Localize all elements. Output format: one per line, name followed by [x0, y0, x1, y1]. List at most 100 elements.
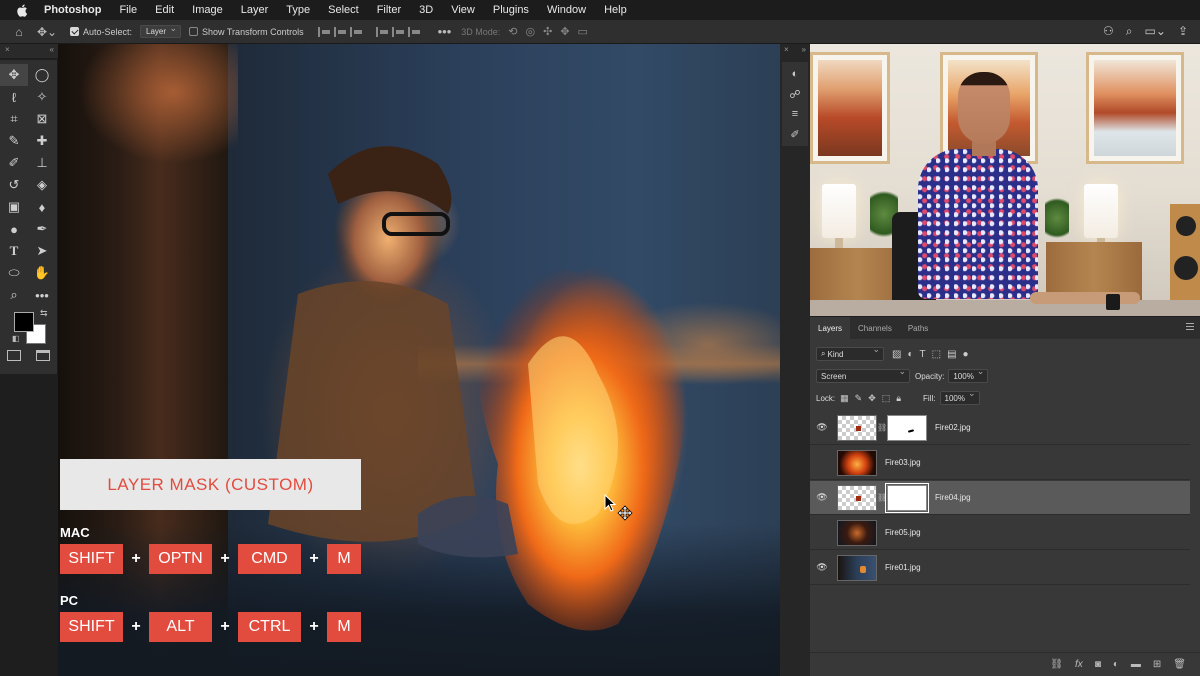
align-right-edges-icon[interactable]: [349, 26, 362, 37]
eyedropper-tool-icon[interactable]: ✎: [0, 130, 28, 152]
document-canvas[interactable]: [58, 44, 780, 676]
panel-menu-icon[interactable]: [1186, 323, 1194, 330]
more-options-icon[interactable]: •••: [438, 22, 452, 42]
marquee-tool-icon[interactable]: ◯: [28, 64, 56, 86]
filter-kind-dropdown[interactable]: ⌕ Kind: [816, 344, 884, 361]
tab-layers[interactable]: Layers: [810, 317, 851, 339]
quick-mask-icon[interactable]: [7, 350, 22, 361]
collapse-icon[interactable]: «: [50, 45, 54, 54]
add-mask-icon[interactable]: ◙: [1095, 659, 1101, 670]
menu-type[interactable]: Type: [277, 4, 319, 16]
close-icon[interactable]: ×: [5, 45, 10, 54]
eye-icon[interactable]: 👁︎: [810, 562, 834, 573]
workspace-icon[interactable]: ▭⌄: [1145, 24, 1166, 39]
move-tool-preset-icon[interactable]: ✥⌄: [32, 22, 62, 42]
type-filter-icon[interactable]: T: [920, 349, 926, 360]
menu-filter[interactable]: Filter: [368, 4, 410, 16]
3d-pan-icon[interactable]: ✣: [543, 25, 552, 38]
link-icon[interactable]: ⛓︎: [877, 423, 887, 432]
menu-help[interactable]: Help: [595, 4, 636, 16]
align-vertical-centers-icon[interactable]: [391, 26, 404, 37]
magic-wand-tool-icon[interactable]: ✧: [28, 86, 56, 108]
lock-transparent-pixels-icon[interactable]: ▦: [840, 393, 849, 404]
shape-filter-icon[interactable]: ⬚: [932, 349, 941, 360]
menu-app-name[interactable]: Photoshop: [40, 4, 110, 16]
trash-icon[interactable]: 🗑︎: [1173, 659, 1186, 670]
hand-tool-icon[interactable]: ✋: [28, 262, 56, 284]
clone-stamp-tool-icon[interactable]: ⊥: [28, 152, 56, 174]
menu-file[interactable]: File: [110, 4, 146, 16]
paths-panel-icon[interactable]: ☍: [782, 84, 808, 104]
align-top-edges-icon[interactable]: [375, 26, 388, 37]
layer-row[interactable]: 👁︎ Fire01.jpg: [810, 551, 1190, 585]
menu-view[interactable]: View: [442, 4, 484, 16]
auto-select-option[interactable]: Auto-Select:: [70, 27, 132, 37]
apple-icon[interactable]: [14, 2, 30, 18]
more-tools-icon[interactable]: •••: [28, 284, 56, 306]
eye-icon[interactable]: 👁︎: [810, 422, 834, 433]
close-icon[interactable]: ×: [784, 45, 789, 54]
adjustments-icon[interactable]: ◐: [782, 64, 808, 84]
history-brush-tool-icon[interactable]: ↺: [0, 174, 28, 196]
auto-select-checkbox[interactable]: [70, 27, 79, 36]
lasso-tool-icon[interactable]: ℓ: [0, 86, 28, 108]
gradient-tool-icon[interactable]: ▣: [0, 196, 28, 218]
filter-toggle-icon[interactable]: ●: [963, 349, 969, 360]
export-icon[interactable]: ⇪: [1178, 24, 1188, 39]
type-tool-icon[interactable]: T: [0, 240, 28, 262]
menu-image[interactable]: Image: [183, 4, 232, 16]
pen-tool-icon[interactable]: ✒: [28, 218, 56, 240]
brush-tool-icon[interactable]: ✐: [0, 152, 28, 174]
crop-tool-icon[interactable]: ⌗: [0, 108, 28, 130]
layer-row[interactable]: 👁︎ Fire03.jpg: [810, 446, 1190, 480]
lock-all-icon[interactable]: 🔒︎: [896, 393, 901, 404]
layer-row[interactable]: 👁︎ ⛓︎ Fire02.jpg: [810, 411, 1190, 445]
menu-select[interactable]: Select: [319, 4, 368, 16]
3d-orbit-icon[interactable]: ⟲: [508, 25, 517, 38]
menu-3d[interactable]: 3D: [410, 4, 442, 16]
default-colors-icon[interactable]: ◧: [12, 334, 20, 343]
transform-controls-option[interactable]: Show Transform Controls: [189, 27, 304, 37]
menu-layer[interactable]: Layer: [232, 4, 278, 16]
eraser-tool-icon[interactable]: ◈: [28, 174, 56, 196]
transform-controls-checkbox[interactable]: [189, 27, 199, 36]
layer-mask-thumbnail[interactable]: [885, 482, 929, 513]
link-icon[interactable]: ⛓︎: [877, 493, 887, 502]
shape-tool-icon[interactable]: ⬭: [0, 262, 28, 284]
menu-edit[interactable]: Edit: [146, 4, 183, 16]
healing-brush-tool-icon[interactable]: ✚: [28, 130, 56, 152]
layer-row[interactable]: 👁︎ Fire05.jpg: [810, 516, 1190, 550]
align-bottom-edges-icon[interactable]: [407, 26, 420, 37]
blur-tool-icon[interactable]: ♦: [28, 196, 56, 218]
smart-object-filter-icon[interactable]: ▤: [947, 349, 956, 360]
tab-channels[interactable]: Channels: [850, 317, 900, 339]
frame-tool-icon[interactable]: ⊠: [28, 108, 56, 130]
dodge-tool-icon[interactable]: ●: [0, 218, 28, 240]
swap-colors-icon[interactable]: ⇆: [40, 308, 48, 319]
fx-icon[interactable]: fx: [1075, 659, 1083, 670]
opacity-field[interactable]: 100%: [948, 366, 989, 383]
eye-icon[interactable]: 👁︎: [810, 457, 834, 468]
link-layers-icon[interactable]: ⛓︎: [1050, 659, 1063, 670]
align-left-edges-icon[interactable]: [317, 26, 330, 37]
move-tool-icon[interactable]: ✥: [0, 64, 28, 86]
align-horizontal-centers-icon[interactable]: [333, 26, 346, 37]
eye-icon[interactable]: 👁︎: [810, 492, 834, 503]
adjustment-filter-icon[interactable]: ◐: [907, 349, 913, 360]
auto-select-target-dropdown[interactable]: Layer: [140, 23, 182, 38]
3d-slide-icon[interactable]: ✥: [560, 25, 569, 38]
foreground-color-swatch[interactable]: [14, 312, 34, 332]
menu-plugins[interactable]: Plugins: [484, 4, 538, 16]
layer-mask-thumbnail[interactable]: [887, 414, 927, 441]
pixel-filter-icon[interactable]: ▨: [892, 349, 901, 360]
share-icon[interactable]: ⚇: [1103, 24, 1114, 39]
zoom-tool-icon[interactable]: ⌕: [0, 284, 28, 306]
3d-scale-icon[interactable]: ▭: [578, 25, 588, 38]
blend-mode-dropdown[interactable]: Screen: [816, 366, 910, 383]
new-layer-icon[interactable]: ⊞: [1153, 659, 1161, 670]
brush-settings-icon[interactable]: ✐: [782, 124, 808, 144]
path-selection-tool-icon[interactable]: ➤: [28, 240, 56, 262]
expand-icon[interactable]: »: [802, 45, 806, 54]
lock-image-pixels-icon[interactable]: ✎: [855, 393, 863, 404]
layer-row-selected[interactable]: 👁︎ ⛓︎ Fire04.jpg: [810, 481, 1190, 515]
